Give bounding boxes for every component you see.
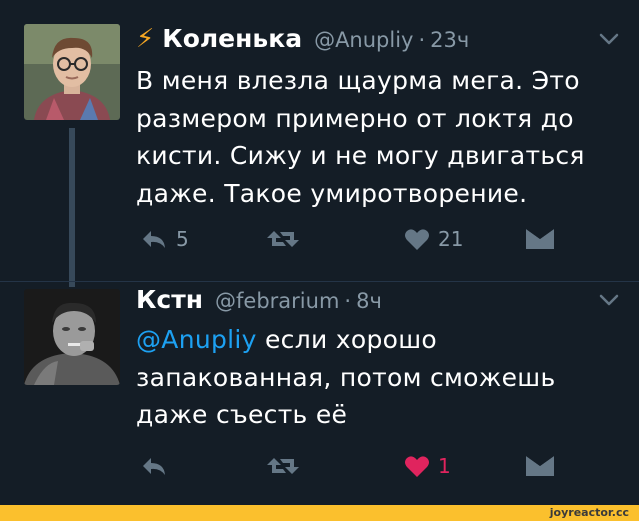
tweet-2[interactable]: Кстн @febrarium · 8ч @Anupliy если хорош… (0, 281, 639, 493)
display-name[interactable]: Кстн (136, 285, 203, 314)
tweet-text-line: даже съесть её (136, 400, 348, 429)
display-name[interactable]: Коленька (162, 24, 302, 53)
tweet-actions: 5 21 (140, 222, 610, 256)
retweet-button[interactable] (266, 449, 308, 483)
user-handle[interactable]: @febrarium (215, 289, 339, 313)
tweet-header: Кстн @febrarium · 8ч (136, 285, 382, 317)
user-handle[interactable]: @Anupliy (314, 28, 413, 52)
direct-message-button[interactable] (525, 222, 555, 256)
like-count: 21 (438, 227, 464, 251)
retweet-icon (267, 458, 299, 474)
separator-dot: · (344, 289, 352, 313)
tweet-1[interactable]: ⚡ Коленька @Anupliy · 23ч В меня влезла … (0, 0, 639, 287)
tweet-text: @Anupliy если хорошо запакованная, потом… (136, 321, 616, 434)
tweet-text-line: запакованная, потом сможешь (136, 362, 556, 392)
retweet-button[interactable] (266, 222, 308, 256)
avatar-photo-icon (24, 24, 120, 120)
mention-link[interactable]: @Anupliy (136, 325, 257, 354)
reply-button[interactable] (140, 449, 176, 483)
envelope-icon (526, 456, 554, 476)
like-count: 1 (438, 454, 451, 478)
heart-icon (405, 229, 429, 250)
avatar-photo-icon (24, 289, 120, 385)
avatar[interactable] (24, 24, 120, 120)
like-button[interactable]: 1 (404, 449, 451, 483)
thread-connector-line (69, 128, 75, 287)
tweet-text-line: размером примерно от локтя до (136, 103, 574, 133)
chevron-down-icon[interactable] (599, 32, 619, 46)
direct-message-button[interactable] (525, 449, 555, 483)
separator-dot: · (418, 28, 426, 52)
retweet-icon (267, 231, 299, 247)
heart-icon (405, 456, 429, 477)
tweet-text: В меня влезла щаурма мега. Это размером … (136, 62, 616, 212)
reply-button[interactable]: 5 (140, 222, 189, 256)
chevron-down-icon[interactable] (599, 293, 619, 307)
watermark-text: joyreactor.cc (549, 506, 629, 519)
tweet-text-line: кисти. Сижу и не могу двигаться (136, 141, 585, 170)
tweet-text-line: В меня влезла щаурма мега. Это (136, 66, 580, 95)
tweet-text-line: даже. Такое умиротворение. (136, 178, 528, 208)
watermark-bar: joyreactor.cc (0, 505, 639, 521)
bolt-icon: ⚡ (136, 24, 155, 54)
tweet-text-line: @Anupliy если хорошо (136, 321, 616, 359)
like-button[interactable]: 21 (404, 222, 463, 256)
avatar[interactable] (24, 289, 120, 385)
timestamp[interactable]: 8ч (356, 289, 382, 313)
reply-count: 5 (176, 227, 189, 251)
reply-icon (143, 231, 165, 248)
envelope-icon (526, 229, 554, 249)
tweet-header: ⚡ Коленька @Anupliy · 23ч (136, 24, 469, 56)
reply-icon (143, 458, 165, 475)
tweet-actions: 1 (140, 449, 610, 483)
timestamp[interactable]: 23ч (430, 28, 469, 52)
tweet-text-fragment: если хорошо (256, 325, 438, 354)
